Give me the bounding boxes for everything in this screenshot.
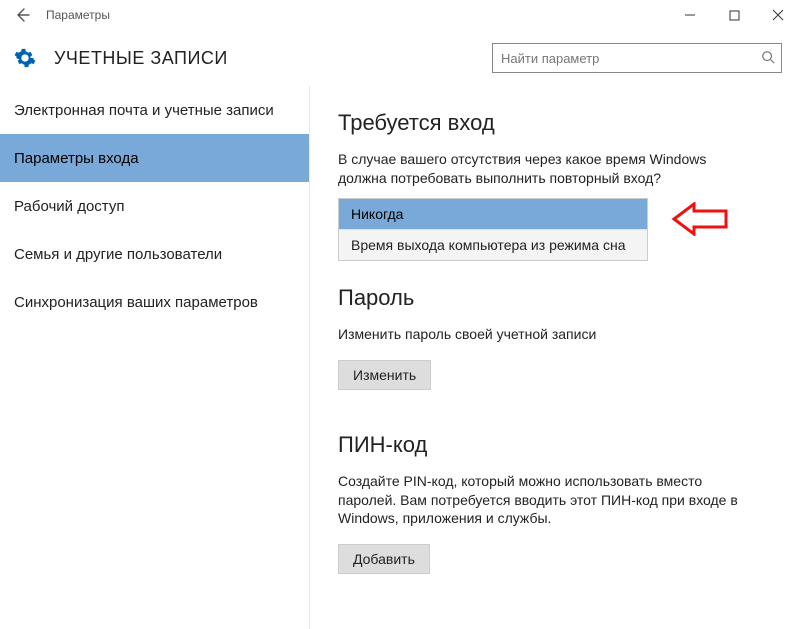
option-label: Никогда (351, 206, 403, 222)
search-input[interactable]: Найти параметр (492, 43, 782, 73)
titlebar: Параметры (0, 0, 800, 30)
settings-gear-icon (12, 45, 38, 71)
sidebar-item-label: Семья и другие пользователи (14, 246, 222, 263)
button-label: Изменить (353, 367, 416, 383)
pin-heading: ПИН-код (338, 432, 780, 458)
page-title: УЧЕТНЫЕ ЗАПИСИ (54, 48, 228, 69)
sidebar: Электронная почта и учетные записи Парам… (0, 86, 310, 629)
page-header: УЧЕТНЫЕ ЗАПИСИ Найти параметр (0, 30, 800, 86)
content: Требуется вход В случае вашего отсутстви… (310, 86, 800, 629)
sidebar-item-label: Электронная почта и учетные записи (14, 102, 274, 119)
close-button[interactable] (756, 0, 800, 30)
change-password-button[interactable]: Изменить (338, 360, 431, 390)
close-icon (772, 9, 784, 21)
button-label: Добавить (353, 551, 415, 567)
signin-desc: В случае вашего отсутствия через какое в… (338, 150, 758, 188)
signin-require-dropdown[interactable]: Никогда Время выхода компьютера из режим… (338, 198, 648, 261)
signin-heading: Требуется вход (338, 110, 780, 136)
dropdown-option-never[interactable]: Никогда (339, 199, 647, 229)
sidebar-item-label: Синхронизация ваших параметров (14, 294, 258, 311)
arrow-left-icon (14, 7, 30, 23)
sidebar-item-email-accounts[interactable]: Электронная почта и учетные записи (0, 86, 310, 134)
sidebar-item-label: Рабочий доступ (14, 198, 124, 215)
password-desc: Изменить пароль своей учетной записи (338, 325, 758, 344)
sidebar-item-sync[interactable]: Синхронизация ваших параметров (0, 278, 310, 326)
back-button[interactable] (8, 1, 36, 29)
option-label: Время выхода компьютера из режима сна (351, 237, 625, 253)
add-pin-button[interactable]: Добавить (338, 544, 430, 574)
search-placeholder: Найти параметр (501, 51, 761, 66)
sidebar-item-work-access[interactable]: Рабочий доступ (0, 182, 310, 230)
window-title: Параметры (46, 8, 110, 22)
pin-desc: Создайте PIN-код, который можно использо… (338, 472, 758, 529)
sidebar-item-family[interactable]: Семья и другие пользователи (0, 230, 310, 278)
search-icon (761, 50, 775, 67)
password-heading: Пароль (338, 285, 780, 311)
minimize-icon (684, 9, 696, 21)
sidebar-item-label: Параметры входа (14, 150, 139, 167)
maximize-button[interactable] (712, 0, 756, 30)
minimize-button[interactable] (668, 0, 712, 30)
sidebar-item-signin-options[interactable]: Параметры входа (0, 134, 310, 182)
maximize-icon (729, 10, 740, 21)
body: Электронная почта и учетные записи Парам… (0, 86, 800, 629)
dropdown-option-on-wake[interactable]: Время выхода компьютера из режима сна (339, 229, 647, 260)
gear-icon (14, 47, 36, 69)
